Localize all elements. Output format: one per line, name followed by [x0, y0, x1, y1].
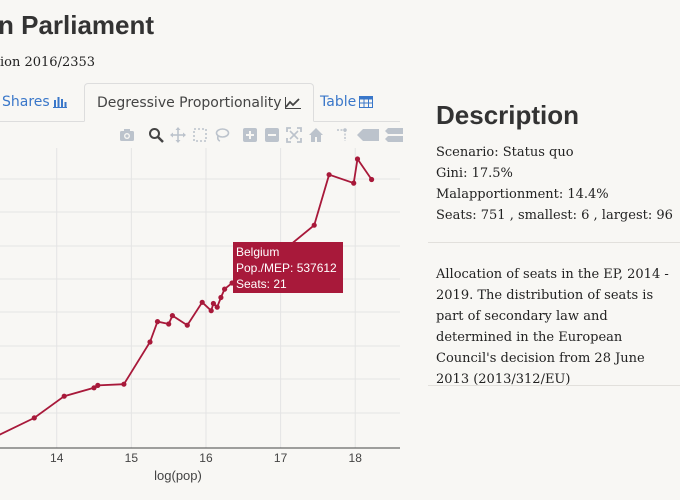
chart-grid	[0, 148, 400, 448]
data-point[interactable]	[199, 299, 205, 305]
plot-modebar	[116, 125, 406, 145]
x-tick-label: 18	[349, 451, 363, 465]
description-stats: Scenario: Status quo Gini: 17.5% Malappo…	[436, 142, 673, 226]
divider-top	[428, 242, 680, 243]
hover-compare-icon[interactable]	[384, 127, 404, 143]
seats-text: Seats: 751 , smallest: 6 , largest: 96	[436, 208, 673, 223]
x-tick-labels: 14 15 16 17 18	[50, 451, 362, 465]
data-point[interactable]	[354, 156, 361, 162]
x-tick-label: 16	[199, 451, 213, 465]
tooltip-pop-per-mep: Pop./MEP: 537612	[236, 261, 337, 275]
data-point[interactable]	[121, 381, 127, 387]
data-point[interactable]	[311, 222, 317, 228]
scenario-text: Scenario: Status quo	[436, 145, 574, 160]
hover-closest-icon[interactable]	[356, 127, 380, 143]
data-point[interactable]	[147, 339, 153, 345]
data-point[interactable]	[154, 319, 161, 325]
data-point[interactable]	[95, 382, 101, 388]
tooltip-seats: Seats: 21	[236, 277, 287, 291]
hover-tooltip: Belgium Pop./MEP: 537612 Seats: 21	[233, 242, 343, 293]
seats-series[interactable]	[0, 156, 375, 438]
divider-bottom	[428, 385, 680, 386]
x-tick-label: 17	[274, 451, 288, 465]
x-axis-label: log(pop)	[154, 468, 202, 483]
zoom-out-icon[interactable]	[264, 127, 280, 143]
data-point[interactable]	[184, 322, 190, 328]
camera-icon[interactable]	[119, 127, 135, 143]
gini-text: Gini: 17.5%	[436, 166, 513, 181]
series-line	[0, 156, 373, 436]
spike-lines-icon[interactable]	[334, 127, 350, 143]
data-point[interactable]	[214, 304, 220, 310]
lasso-icon[interactable]	[214, 127, 230, 143]
malapportionment-text: Malapportionment: 14.4%	[436, 187, 609, 202]
hovered-data-point[interactable]	[218, 294, 224, 301]
description-text: Allocation of seats in the EP, 2014 - 20…	[436, 267, 669, 387]
data-point[interactable]	[61, 393, 67, 399]
autoscale-icon[interactable]	[286, 127, 302, 143]
zoom-icon[interactable]	[148, 127, 164, 143]
zoom-in-icon[interactable]	[242, 127, 258, 143]
data-point[interactable]	[31, 415, 37, 421]
description-title: Description	[436, 100, 580, 130]
x-tick-label: 15	[125, 451, 139, 465]
tooltip-country: Belgium	[236, 245, 280, 259]
box-select-icon[interactable]	[192, 127, 208, 143]
data-point[interactable]	[169, 313, 175, 319]
data-point[interactable]	[369, 176, 375, 183]
data-point[interactable]	[326, 172, 332, 178]
reset-axes-icon[interactable]	[308, 127, 324, 143]
degressive-proportionality-chart: 14 15 16 17 18 log(pop)	[0, 148, 400, 483]
data-point[interactable]	[351, 180, 357, 186]
data-point[interactable]	[208, 308, 214, 314]
pan-icon[interactable]	[170, 127, 186, 143]
data-point[interactable]	[210, 300, 216, 307]
data-point[interactable]	[222, 286, 228, 292]
x-tick-label: 14	[50, 451, 64, 465]
data-point[interactable]	[166, 321, 172, 327]
